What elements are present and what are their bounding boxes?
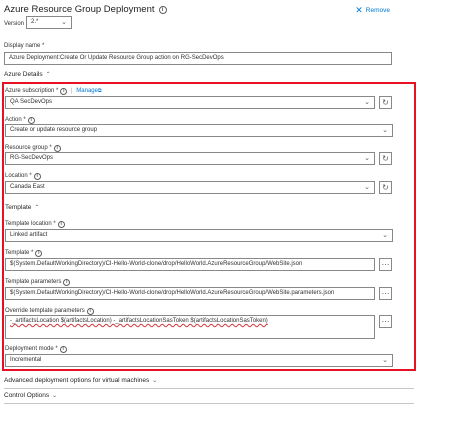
template-location-value: Linked artifact: [10, 232, 48, 238]
advanced-section-header[interactable]: Advanced deployment options for virtual …: [4, 377, 157, 384]
chevron-down-icon: ⌄: [364, 155, 370, 162]
advanced-section-title: Advanced deployment options for virtual …: [4, 377, 150, 384]
override-value: -_artifactsLocation $(artifactsLocation)…: [10, 318, 268, 324]
template-parameters-value: $(System.DefaultWorkingDirectory)/CI-Hel…: [10, 290, 335, 296]
close-icon: ✕: [355, 5, 363, 15]
info-icon[interactable]: i: [59, 346, 67, 353]
location-select[interactable]: Canada East ⌄: [5, 181, 375, 194]
template-value: $(System.DefaultWorkingDirectory)/CI-Hel…: [10, 261, 303, 267]
deployment-mode-value: Incremental: [10, 357, 42, 363]
location-label-row: Location * i: [5, 173, 41, 180]
version-select[interactable]: 2.* ⌄: [26, 16, 72, 29]
divider: [4, 388, 414, 389]
subscription-label-row: Azure subscription * i | Manage⧉: [5, 88, 102, 95]
page-title: Azure Resource Group Deployment i: [4, 4, 167, 15]
control-options-title: Control Options: [4, 392, 50, 399]
chevron-down-icon: ⌄: [382, 127, 388, 134]
resource-group-label: Resource group *: [5, 145, 52, 151]
divider: [4, 403, 414, 404]
refresh-icon: ↻: [382, 98, 389, 107]
resource-group-label-row: Resource group * i: [5, 145, 61, 152]
chevron-down-icon: ⌄: [52, 393, 58, 399]
chevron-down-icon: ⌄: [152, 378, 158, 384]
control-options-header[interactable]: Control Options ⌄: [4, 392, 57, 399]
template-parameters-label-row: Template parameters i: [5, 279, 71, 286]
action-value: Create or update resource group: [10, 127, 98, 133]
info-icon[interactable]: i: [57, 221, 65, 228]
refresh-icon: ↻: [382, 154, 389, 163]
location-value: Canada East: [10, 184, 45, 190]
edit-parameters-button[interactable]: ⋯: [379, 315, 392, 328]
azure-details-title: Azure Details: [4, 71, 43, 78]
action-label: Action *: [5, 117, 26, 123]
version-label: Version: [4, 21, 25, 27]
template-input[interactable]: $(System.DefaultWorkingDirectory)/CI-Hel…: [5, 258, 375, 271]
info-icon[interactable]: i: [158, 6, 167, 14]
browse-button[interactable]: ⋯: [379, 287, 392, 300]
chevron-down-icon: ⌄: [61, 19, 67, 26]
deployment-mode-label: Deployment mode *: [5, 346, 58, 352]
info-icon[interactable]: i: [53, 145, 61, 152]
chevron-down-icon: ⌄: [382, 232, 388, 239]
ellipsis-icon: ⋯: [381, 289, 390, 298]
override-label-row: Override template parameters i: [5, 308, 94, 315]
info-icon[interactable]: i: [63, 279, 71, 286]
info-icon[interactable]: i: [60, 88, 68, 95]
template-parameters-label: Template parameters: [5, 279, 62, 285]
deployment-mode-label-row: Deployment mode * i: [5, 346, 67, 353]
template-label-row: Template * i: [5, 250, 43, 257]
remove-label: Remove: [365, 7, 390, 14]
subscription-select[interactable]: QA SecDevOps ⌄: [5, 96, 375, 109]
refresh-button[interactable]: ↻: [379, 181, 392, 194]
refresh-icon: ↻: [382, 183, 389, 192]
info-icon[interactable]: i: [27, 117, 35, 124]
ellipsis-icon: ⋯: [381, 317, 390, 326]
azure-details-header[interactable]: Azure Details ⌃: [4, 71, 51, 78]
subscription-value: QA SecDevOps: [10, 99, 53, 105]
subscription-label: Azure subscription *: [5, 88, 59, 94]
action-select[interactable]: Create or update resource group ⌄: [5, 124, 393, 137]
action-label-row: Action * i: [5, 117, 35, 124]
template-location-label: Template location *: [5, 221, 56, 227]
info-icon[interactable]: i: [33, 173, 41, 180]
template-section-title: Template: [5, 204, 32, 211]
template-location-select[interactable]: Linked artifact ⌄: [5, 229, 393, 242]
version-value: 2.*: [31, 19, 39, 25]
template-parameters-input[interactable]: $(System.DefaultWorkingDirectory)/CI-Hel…: [5, 287, 375, 300]
refresh-button[interactable]: ↻: [379, 152, 392, 165]
refresh-button[interactable]: ↻: [379, 96, 392, 109]
chevron-down-icon: ⌄: [364, 184, 370, 191]
chevron-up-icon: ⌃: [45, 72, 51, 78]
display-name-input[interactable]: Azure Deployment:Create Or Update Resour…: [4, 52, 392, 65]
override-label: Override template parameters: [5, 308, 85, 314]
info-icon[interactable]: i: [86, 308, 94, 315]
override-textarea[interactable]: -_artifactsLocation $(artifactsLocation)…: [5, 315, 375, 339]
resource-group-select[interactable]: RG-SecDevOps ⌄: [5, 152, 375, 165]
chevron-up-icon: ⌃: [34, 205, 40, 211]
external-link-icon: ⧉: [97, 88, 102, 94]
chevron-down-icon: ⌄: [364, 99, 370, 106]
manage-link[interactable]: Manage: [76, 88, 98, 94]
browse-button[interactable]: ⋯: [379, 258, 392, 271]
resource-group-value: RG-SecDevOps: [10, 155, 54, 161]
template-location-label-row: Template location * i: [5, 221, 65, 228]
page-title-text: Azure Resource Group Deployment: [4, 4, 155, 15]
deployment-mode-select[interactable]: Incremental ⌄: [5, 354, 393, 367]
info-icon[interactable]: i: [35, 250, 43, 257]
remove-button[interactable]: ✕ Remove: [355, 5, 390, 16]
location-label: Location *: [5, 173, 32, 179]
display-name-label: Display name *: [4, 43, 45, 49]
ellipsis-icon: ⋯: [381, 260, 390, 269]
template-label: Template *: [5, 250, 34, 256]
display-name-value: Azure Deployment:Create Or Update Resour…: [9, 55, 224, 61]
chevron-down-icon: ⌄: [382, 357, 388, 364]
template-section-header[interactable]: Template ⌃: [5, 204, 39, 211]
